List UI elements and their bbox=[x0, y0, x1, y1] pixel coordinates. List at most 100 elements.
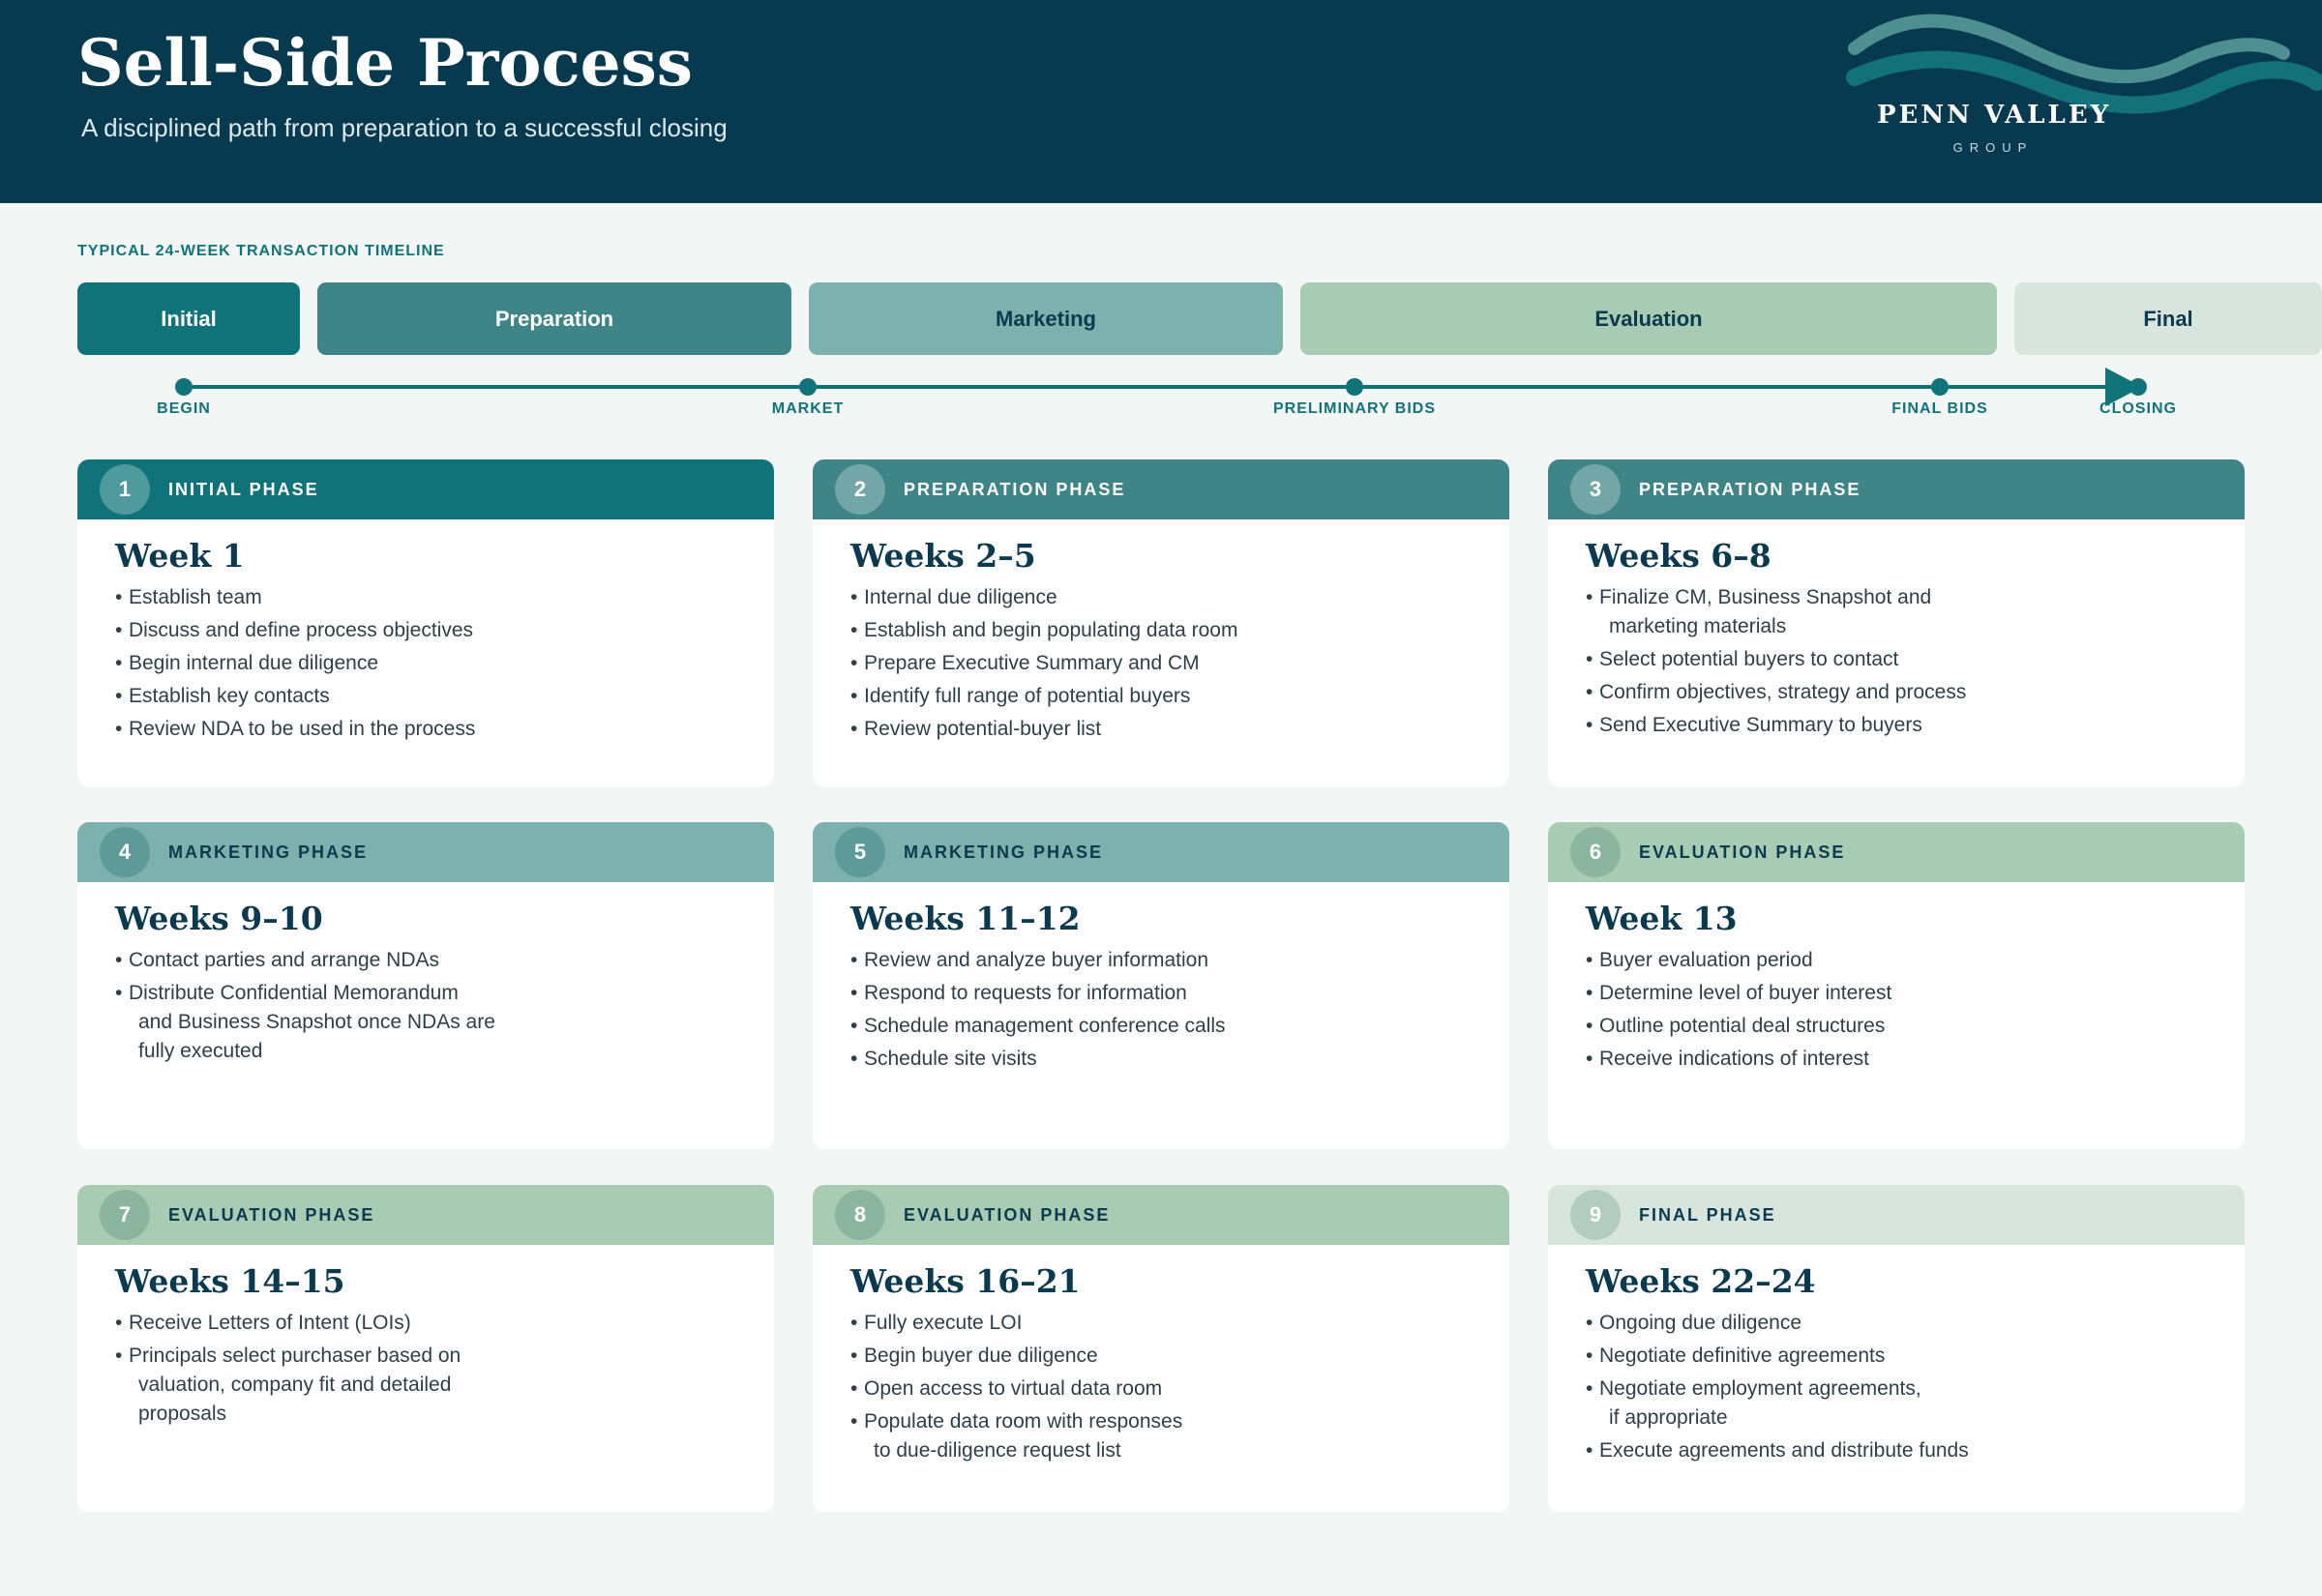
task-text: Respond to requests for information bbox=[864, 982, 1187, 1004]
step-number-badge: 9 bbox=[1570, 1190, 1621, 1240]
task-item: • Schedule management conference calls bbox=[850, 1012, 1479, 1041]
card-task-list: • Ongoing due diligence • Negotiate definit… bbox=[1586, 1309, 2215, 1469]
card-phase-label: PREPARATION PHASE bbox=[904, 480, 1126, 499]
task-item: • Ongoing due diligence bbox=[1586, 1309, 2215, 1338]
bullet-icon: • bbox=[115, 718, 123, 740]
task-item: • Review potential-buyer list bbox=[850, 715, 1479, 744]
step-number-badge: 4 bbox=[100, 827, 150, 877]
task-item: • Contact parties and arrange NDAs bbox=[115, 946, 744, 975]
logo-wave-icon bbox=[1846, 14, 2322, 114]
phase-marketing-label: Marketing bbox=[996, 306, 1096, 331]
phase-initial-label: Initial bbox=[161, 306, 217, 331]
step-number-badge: 7 bbox=[100, 1190, 150, 1240]
task-item: • Receive Letters of Intent (LOIs) bbox=[115, 1309, 744, 1338]
task-item: • Review and analyze buyer information bbox=[850, 946, 1479, 975]
logo-subtitle: GROUP bbox=[1952, 140, 2034, 155]
phase-card-5: 5 MARKETING PHASE Weeks 11–12 • Review and a… bbox=[813, 822, 1509, 1149]
task-item: • Internal due diligence bbox=[850, 583, 1479, 612]
phase-final: Final bbox=[2014, 282, 2322, 355]
task-text: Prepare Executive Summary and CM bbox=[864, 652, 1200, 674]
card-phase-label: MARKETING PHASE bbox=[168, 842, 369, 862]
bullet-icon: • bbox=[850, 1015, 858, 1037]
milestone-dot-begin bbox=[175, 378, 193, 396]
bullet-icon: • bbox=[850, 982, 858, 1004]
bullet-icon: • bbox=[1586, 648, 1593, 670]
bullet-icon: • bbox=[115, 1312, 123, 1334]
bullet-icon: • bbox=[850, 619, 858, 641]
step-number-badge: 1 bbox=[100, 464, 150, 515]
bullet-icon: • bbox=[850, 1377, 858, 1400]
header-banner: Sell-Side Process A disciplined path fro… bbox=[0, 0, 2322, 203]
card-weeks-title: Weeks 16–21 bbox=[850, 1262, 1081, 1300]
task-text: Negotiate employment agreements, bbox=[1599, 1377, 1921, 1400]
card-task-list: • Internal due diligence • Establish and be… bbox=[850, 583, 1479, 748]
step-number-badge: 3 bbox=[1570, 464, 1621, 515]
bullet-icon: • bbox=[850, 1410, 858, 1433]
page-title: Sell-Side Process bbox=[77, 25, 693, 101]
task-item: • Outline potential deal structures bbox=[1586, 1012, 2215, 1041]
task-text: Establish and begin populating data room bbox=[864, 619, 1238, 641]
milestone-preliminary-bids: PRELIMINARY BIDS bbox=[1272, 400, 1437, 417]
card-header: 8 EVALUATION PHASE bbox=[813, 1185, 1509, 1245]
card-header: 1 INITIAL PHASE bbox=[77, 459, 774, 519]
task-text: Receive Letters of Intent (LOIs) bbox=[129, 1312, 411, 1334]
card-weeks-title: Weeks 11–12 bbox=[850, 900, 1081, 937]
bullet-icon: • bbox=[1586, 1439, 1593, 1462]
task-item: • Begin buyer due diligence bbox=[850, 1342, 1479, 1371]
milestone-closing: CLOSING bbox=[2099, 400, 2177, 417]
task-item: • Respond to requests for information bbox=[850, 979, 1479, 1008]
bullet-icon: • bbox=[115, 652, 123, 674]
card-header: 5 MARKETING PHASE bbox=[813, 822, 1509, 882]
task-text: Buyer evaluation period bbox=[1599, 949, 1813, 971]
task-text-continued: marketing materials bbox=[1609, 615, 1787, 637]
task-text-continued: to due-diligence request list bbox=[874, 1439, 1121, 1462]
task-item: • Populate data room with responses to due… bbox=[850, 1407, 1479, 1465]
task-item: • Determine level of buyer interest bbox=[1586, 979, 2215, 1008]
task-text: Begin internal due diligence bbox=[129, 652, 379, 674]
step-number-badge: 5 bbox=[835, 827, 885, 877]
task-text: Confirm objectives, strategy and process bbox=[1599, 681, 1967, 703]
card-header: 9 FINAL PHASE bbox=[1548, 1185, 2245, 1245]
task-item: • Establish team bbox=[115, 583, 744, 612]
task-text: Begin buyer due diligence bbox=[864, 1345, 1098, 1367]
phase-card-1: 1 INITIAL PHASE Week 1 • Establish team • Disc… bbox=[77, 459, 774, 786]
card-weeks-title: Weeks 6–8 bbox=[1586, 537, 1771, 575]
bullet-icon: • bbox=[850, 718, 858, 740]
task-text: Review potential-buyer list bbox=[864, 718, 1102, 740]
task-item: • Send Executive Summary to buyers bbox=[1586, 711, 2215, 740]
card-weeks-title: Weeks 9–10 bbox=[115, 900, 323, 937]
bullet-icon: • bbox=[115, 949, 123, 971]
task-item: • Begin internal due diligence bbox=[115, 649, 744, 678]
step-number-badge: 8 bbox=[835, 1190, 885, 1240]
card-weeks-title: Weeks 14–15 bbox=[115, 1262, 345, 1300]
milestone-begin: BEGIN bbox=[157, 400, 211, 417]
task-text: Principals select purchaser based on bbox=[129, 1345, 461, 1367]
task-item: • Execute agreements and distribute funds bbox=[1586, 1436, 2215, 1465]
bullet-icon: • bbox=[1586, 714, 1593, 736]
task-item: • Prepare Executive Summary and CM bbox=[850, 649, 1479, 678]
task-text-continued: proposals bbox=[138, 1403, 227, 1425]
task-text: Fully execute LOI bbox=[864, 1312, 1023, 1334]
phase-card-9: 9 FINAL PHASE Weeks 22–24 • Ongoing due dili… bbox=[1548, 1185, 2245, 1512]
bullet-icon: • bbox=[115, 982, 123, 1004]
bullet-icon: • bbox=[1586, 1312, 1593, 1334]
bullet-icon: • bbox=[1586, 982, 1593, 1004]
card-task-list: • Establish team • Discuss and define proce… bbox=[115, 583, 744, 748]
phase-evaluation-label: Evaluation bbox=[1594, 306, 1703, 331]
task-item: • Establish and begin populating data roo… bbox=[850, 616, 1479, 645]
task-item: • Open access to virtual data room bbox=[850, 1374, 1479, 1404]
task-item: • Select potential buyers to contact bbox=[1586, 645, 2215, 674]
phase-card-6: 6 EVALUATION PHASE Week 13 • Buyer evaluatio… bbox=[1548, 822, 2245, 1149]
task-item: • Review NDA to be used in the process bbox=[115, 715, 744, 744]
bullet-icon: • bbox=[115, 1345, 123, 1367]
task-text-continued: fully executed bbox=[138, 1040, 263, 1062]
card-task-list: • Receive Letters of Intent (LOIs) • Princi… bbox=[115, 1309, 744, 1433]
phase-final-label: Final bbox=[2143, 306, 2193, 331]
phase-preparation: Preparation bbox=[317, 282, 791, 355]
milestone-market: MARKET bbox=[771, 400, 845, 417]
step-number-badge: 6 bbox=[1570, 827, 1621, 877]
card-weeks-title: Week 13 bbox=[1586, 900, 1738, 937]
bullet-icon: • bbox=[1586, 1345, 1593, 1367]
step-number-badge: 2 bbox=[835, 464, 885, 515]
task-item: • Distribute Confidential Memorandum and B… bbox=[115, 979, 744, 1066]
